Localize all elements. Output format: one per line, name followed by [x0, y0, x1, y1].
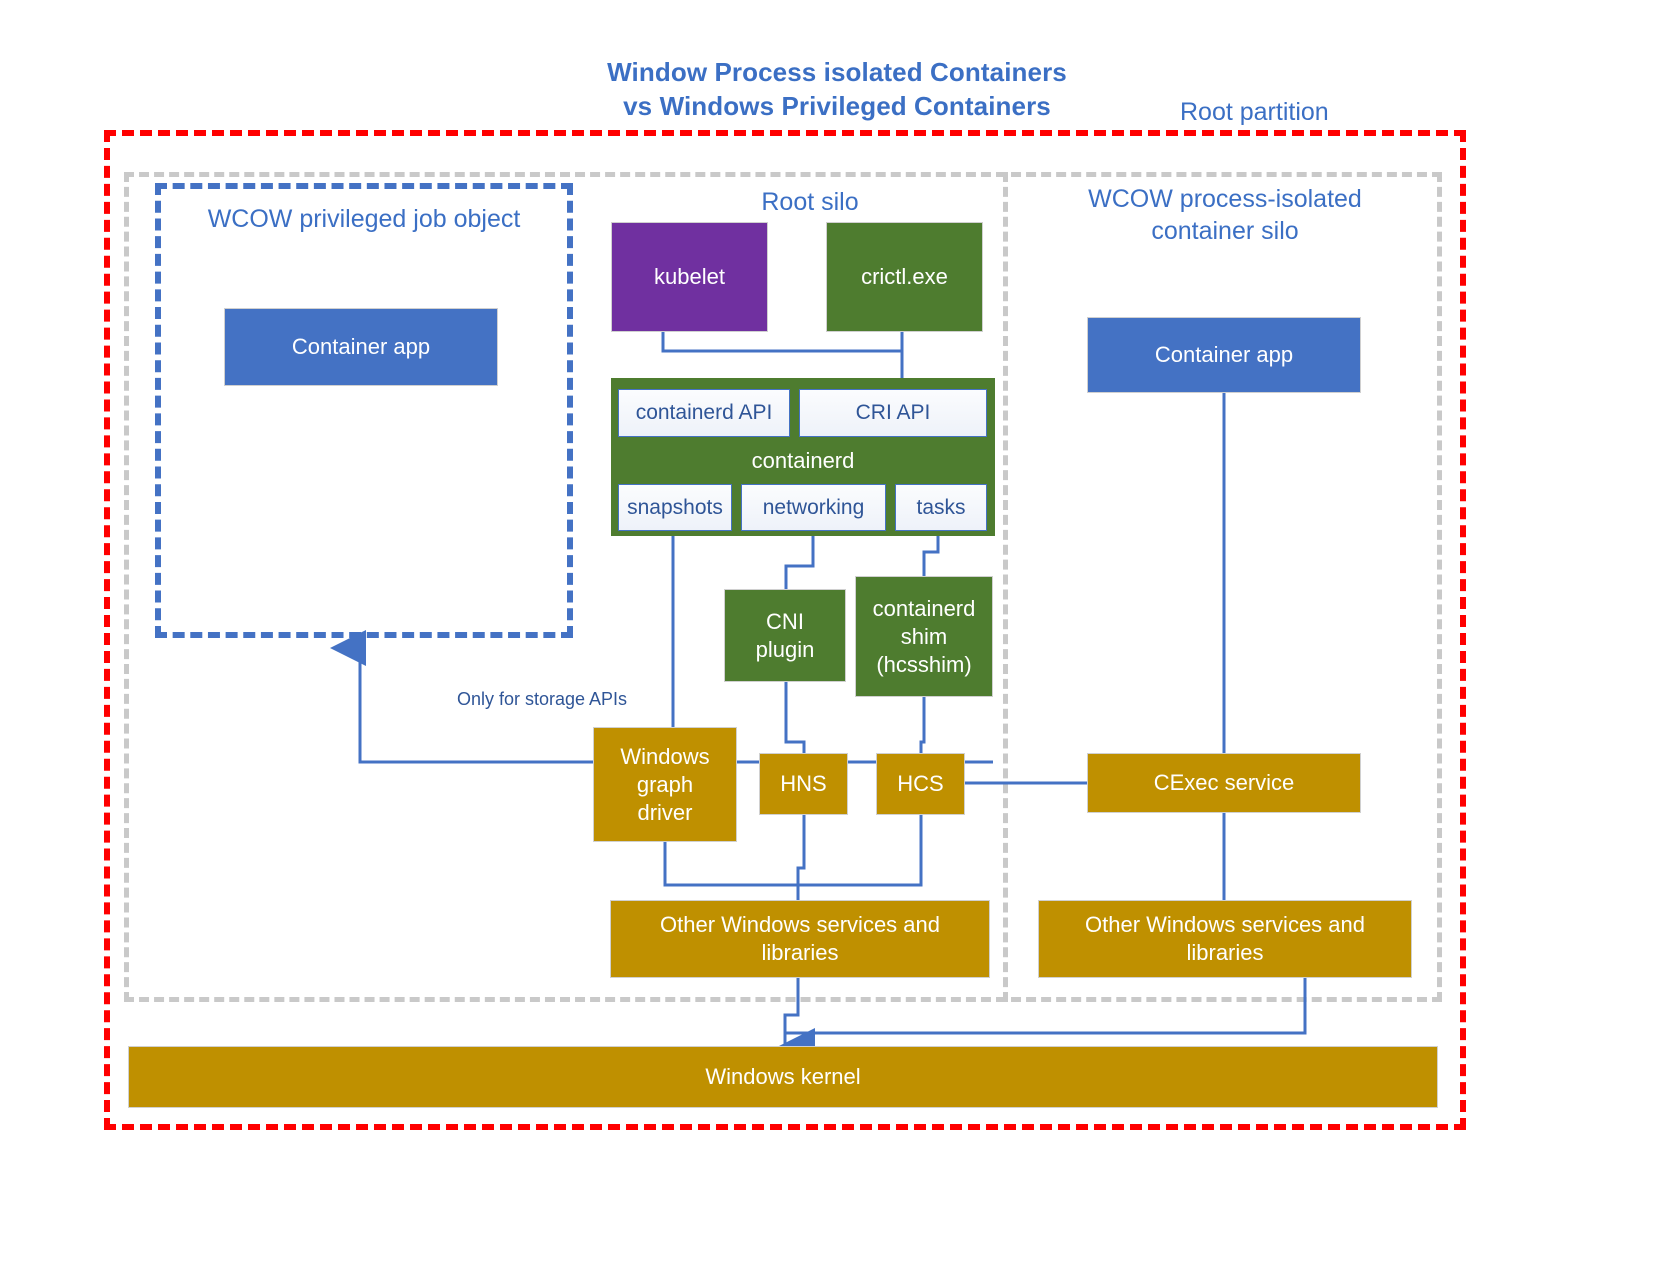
wcow-privileged-job-object-title: WCOW privileged job object	[207, 205, 521, 233]
wcow-privileged-job-object-frame	[155, 183, 573, 638]
root-partition-label: Root partition	[1180, 98, 1329, 126]
snapshots-box[interactable]: snapshots	[618, 484, 732, 531]
tasks-box[interactable]: tasks	[895, 484, 987, 531]
cni-plugin-box[interactable]: CNI plugin	[724, 589, 846, 682]
container-app-left-box[interactable]: Container app	[224, 308, 498, 386]
other-windows-services-right-box[interactable]: Other Windows services and libraries	[1038, 900, 1412, 978]
containerd-label: containerd	[751, 448, 855, 473]
title-line-1: Window Process isolated Containers	[607, 57, 1067, 87]
containerd-shim-box[interactable]: containerd shim (hcsshim)	[855, 576, 993, 697]
silo-divider	[1003, 172, 1008, 1002]
other-windows-services-left-box[interactable]: Other Windows services and libraries	[610, 900, 990, 978]
root-silo-title: Root silo	[761, 188, 859, 216]
kubelet-box[interactable]: kubelet	[611, 222, 768, 332]
windows-kernel-box[interactable]: Windows kernel	[128, 1046, 1438, 1108]
hns-box[interactable]: HNS	[759, 753, 848, 815]
crictl-exe-box[interactable]: crictl.exe	[826, 222, 983, 332]
only-for-storage-apis-label: Only for storage APIs	[447, 687, 637, 711]
wcow-process-isolated-silo-title: WCOW process-isolated container silo	[1088, 185, 1362, 245]
cexec-service-box[interactable]: CExec service	[1087, 753, 1361, 813]
container-app-right-box[interactable]: Container app	[1087, 317, 1361, 393]
hcs-box[interactable]: HCS	[876, 753, 965, 815]
containerd-api-box[interactable]: containerd API	[618, 389, 790, 437]
networking-box[interactable]: networking	[741, 484, 886, 531]
windows-graph-driver-box[interactable]: Windows graph driver	[593, 727, 737, 842]
diagram-canvas: Window Process isolated Containers vs Wi…	[0, 0, 1674, 1282]
cri-api-box[interactable]: CRI API	[799, 389, 987, 437]
